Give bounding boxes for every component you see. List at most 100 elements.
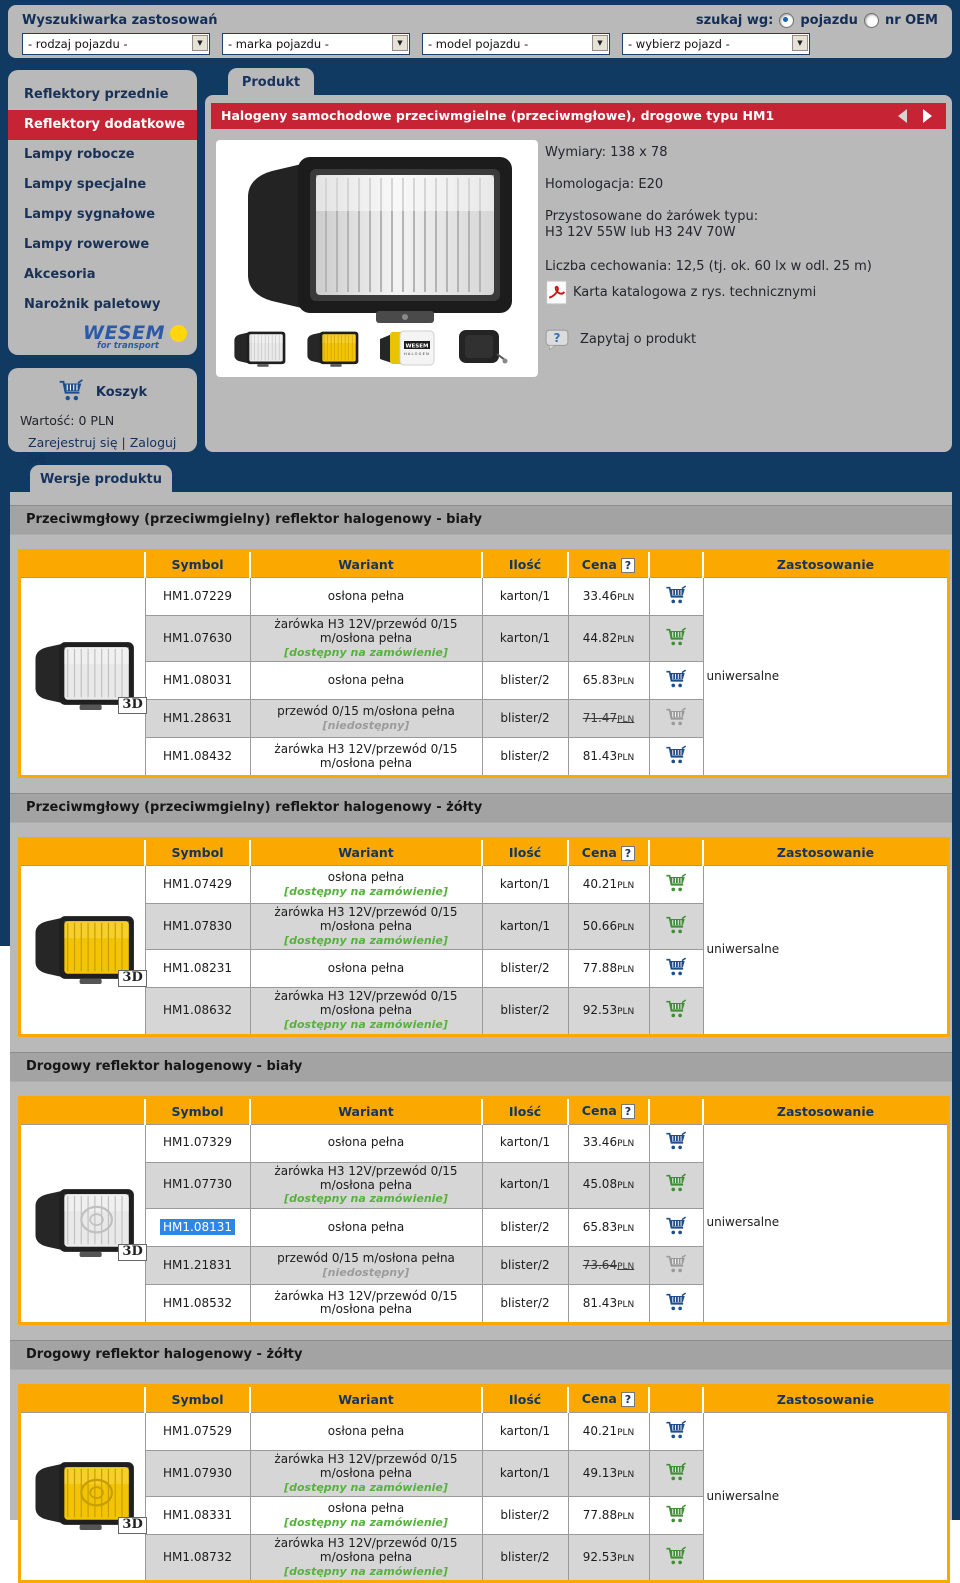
col-image <box>20 551 146 578</box>
svg-text:WESEM: WESEM <box>405 344 428 350</box>
add-to-cart-button[interactable] <box>665 627 687 651</box>
tab-product-versions[interactable]: Wersje produktu <box>30 465 172 492</box>
variant-cell: osłona pełna <box>250 1124 482 1162</box>
chevron-down-icon[interactable]: ▼ <box>192 35 208 51</box>
sidebar-item[interactable]: Narożnik paletowy <box>8 290 197 320</box>
search-mode-group: szukaj wg: pojazdu nr OEM <box>696 13 938 28</box>
price-cell: 45.08PLN <box>568 1162 649 1208</box>
product-version-image: 3D <box>20 1124 146 1323</box>
product-thumbnail-cover[interactable]: WESEM HALOGEN <box>376 326 438 372</box>
variant-cell: osłona pełna <box>250 1208 482 1246</box>
add-to-cart-button[interactable] <box>665 1131 687 1155</box>
badge-3d[interactable]: 3D <box>118 1244 146 1261</box>
chevron-down-icon[interactable]: ▼ <box>592 35 608 51</box>
qty-cell: blister/2 <box>482 738 568 777</box>
tab-product[interactable]: Produkt <box>228 68 314 95</box>
cart-cell <box>649 1124 703 1162</box>
cart-icon <box>665 1546 687 1566</box>
price-help-icon[interactable]: ? <box>621 846 635 861</box>
datasheet-link[interactable]: Karta katalogowa z rys. technicznymi <box>545 280 943 305</box>
price-help-icon[interactable]: ? <box>621 1104 635 1119</box>
version-sections: Przeciwmgłowy (przeciwmgielny) reflektor… <box>10 505 952 1583</box>
badge-3d[interactable]: 3D <box>118 970 146 987</box>
price-cell: 71.47PLN <box>568 700 649 738</box>
product-thumbnail-yellow[interactable] <box>303 329 361 372</box>
qty-cell: karton/1 <box>482 1412 568 1450</box>
product-thumbnail-rear[interactable] <box>453 326 509 372</box>
radio-search-by-oem[interactable] <box>864 13 879 28</box>
variant-cell: żarówka H3 12V/przewód 0/15 m/osłona peł… <box>250 904 482 950</box>
add-to-cart-button[interactable] <box>665 585 687 609</box>
dropdown-selected-value: - model pojazdu - <box>428 37 528 51</box>
add-to-cart-button[interactable] <box>665 873 687 897</box>
ask-product-link[interactable]: ? Zapytaj o produkt <box>545 329 943 351</box>
vehicle-dropdown-3[interactable]: - model pojazdu - ▼ <box>422 33 610 55</box>
product-thumbnail-white[interactable] <box>230 329 288 372</box>
svg-text:?: ? <box>554 331 561 345</box>
badge-3d[interactable]: 3D <box>118 697 146 714</box>
price-cell: 65.83PLN <box>568 1208 649 1246</box>
register-link[interactable]: Zarejestruj się <box>28 435 118 450</box>
symbol-cell: HM1.08031 <box>145 662 250 700</box>
add-to-cart-button[interactable] <box>665 1173 687 1197</box>
vehicle-dropdown-2[interactable]: - marka pojazdu - ▼ <box>222 33 410 55</box>
chevron-down-icon[interactable]: ▼ <box>392 35 408 51</box>
add-to-cart-button[interactable] <box>665 745 687 769</box>
price-cell: 81.43PLN <box>568 738 649 777</box>
cart-icon <box>665 627 687 647</box>
add-to-cart-button[interactable] <box>665 1462 687 1486</box>
symbol-cell: HM1.28631 <box>145 700 250 738</box>
radio-search-by-vehicle[interactable] <box>779 13 794 28</box>
price-help-icon[interactable]: ? <box>621 1392 635 1407</box>
prev-product-arrow-icon[interactable] <box>898 109 907 123</box>
variant-cell: przewód 0/15 m/osłona pełna[niedostępny] <box>250 1246 482 1284</box>
col-application: Zastosowanie <box>703 1097 949 1124</box>
add-to-cart-button[interactable] <box>665 915 687 939</box>
vehicle-dropdown-1[interactable]: - rodzaj pojazdu -▼ <box>22 33 210 55</box>
sidebar-item[interactable]: Lampy rowerowe <box>8 230 197 260</box>
table-header-row: Symbol Wariant Ilość Cena? Zastosowanie <box>20 1097 949 1124</box>
qty-cell: blister/2 <box>482 1535 568 1582</box>
variant-cell: żarówka H3 12V/przewód 0/15 m/osłona peł… <box>250 1535 482 1582</box>
next-product-arrow-icon[interactable] <box>923 109 932 123</box>
table-row: 3DHM1.07429osłona pełna[dostępny na zamó… <box>20 866 949 904</box>
variant-cell: żarówka H3 12V/przewód 0/15 m/osłona peł… <box>250 616 482 662</box>
sidebar-item[interactable]: Lampy specjalne <box>8 170 197 200</box>
symbol-cell: HM1.08732 <box>145 1535 250 1582</box>
cart-icon <box>665 999 687 1019</box>
add-to-cart-button[interactable] <box>665 1292 687 1316</box>
sidebar-item[interactable]: Akcesoria <box>8 260 197 290</box>
dropdown-selected-value: - marka pojazdu - <box>228 37 329 51</box>
sidebar-item[interactable]: Lampy sygnałowe <box>8 200 197 230</box>
qty-cell: karton/1 <box>482 1162 568 1208</box>
add-to-cart-button[interactable] <box>665 1216 687 1240</box>
add-to-cart-button[interactable] <box>665 669 687 693</box>
add-to-cart-button[interactable] <box>665 1504 687 1528</box>
variant-text: osłona pełna <box>255 590 478 604</box>
vehicle-dropdown-4[interactable]: - wybierz pojazd -▼ <box>622 33 810 55</box>
table-header-row: Symbol Wariant Ilość Cena? Zastosowanie <box>20 1385 949 1412</box>
price-help-icon[interactable]: ? <box>621 558 635 573</box>
add-to-cart-button[interactable] <box>665 1546 687 1570</box>
add-to-cart-button[interactable] <box>665 999 687 1023</box>
col-qty: Ilość <box>482 839 568 866</box>
table-row: 3DHM1.07229osłona pełnakarton/133.46PLN … <box>20 578 949 616</box>
badge-3d[interactable]: 3D <box>118 1517 146 1534</box>
svg-text:HALOGEN: HALOGEN <box>404 352 430 356</box>
qty-cell: blister/2 <box>482 988 568 1035</box>
vehicle-dropdowns: - rodzaj pojazdu -▼- marka pojazdu -▼- m… <box>22 33 810 55</box>
cart-icon <box>665 1292 687 1312</box>
qty-cell: karton/1 <box>482 904 568 950</box>
variant-text: żarówka H3 12V/przewód 0/15 m/osłona peł… <box>255 906 478 934</box>
chevron-down-icon[interactable]: ▼ <box>792 35 808 51</box>
links-separator: | <box>122 435 126 450</box>
add-to-cart-button[interactable] <box>665 957 687 981</box>
variant-cell: przewód 0/15 m/osłona pełna[niedostępny] <box>250 700 482 738</box>
sidebar-item[interactable]: Reflektory przednie <box>8 80 197 110</box>
cart-cell <box>649 988 703 1035</box>
sidebar-item[interactable]: Lampy robocze <box>8 140 197 170</box>
sidebar-item[interactable]: Reflektory dodatkowe <box>8 110 197 140</box>
thumbnail-rear-image <box>453 326 509 368</box>
add-to-cart-button[interactable] <box>665 1420 687 1444</box>
col-cart <box>649 551 703 578</box>
